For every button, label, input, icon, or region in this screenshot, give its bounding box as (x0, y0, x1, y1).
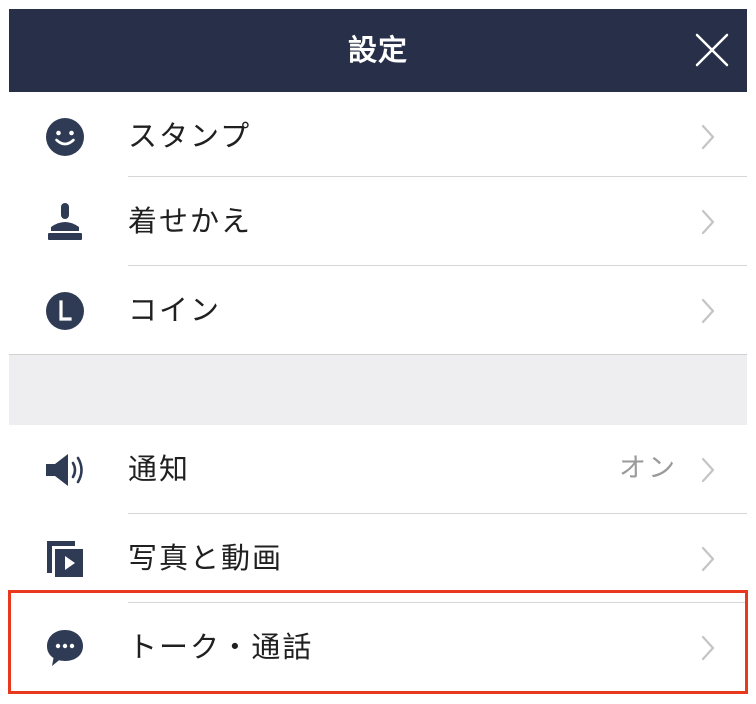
menu-item-themes[interactable]: 着せかえ (9, 177, 747, 265)
coin-l-icon (44, 290, 86, 332)
speaker-icon (44, 449, 86, 491)
menu-item-coins[interactable]: コイン (9, 266, 747, 354)
chevron-right-icon (701, 124, 715, 150)
menu-item-label: 通知 (128, 452, 191, 486)
menu-item-notifications[interactable]: 通知 オン (9, 425, 747, 513)
menu-item-stickers[interactable]: スタンプ (9, 92, 747, 180)
close-icon (695, 33, 729, 67)
chevron-right-icon (701, 546, 715, 572)
menu-item-label: 写真と動画 (128, 541, 284, 575)
page-title: 設定 (347, 33, 408, 67)
photo-video-icon (44, 538, 86, 580)
chevron-right-icon (701, 457, 715, 483)
chevron-right-icon (701, 298, 715, 324)
close-button[interactable] (691, 29, 733, 71)
menu-item-label: 着せかえ (128, 204, 253, 238)
notification-status: オン (619, 453, 677, 484)
section-separator (9, 354, 747, 426)
chat-bubble-icon (44, 627, 86, 669)
menu-item-label: トーク・通話 (128, 630, 314, 664)
menu-item-label: スタンプ (128, 119, 252, 153)
chevron-right-icon (701, 635, 715, 661)
brush-icon (44, 201, 86, 243)
header-bar: 設定 (9, 9, 747, 92)
smiley-icon (44, 116, 86, 158)
settings-screen: 設定 スタンプ 着せかえ コイン 通知 オン 写真と動画 トーク・通話 (8, 9, 748, 704)
menu-item-label: コイン (128, 293, 222, 327)
chevron-right-icon (701, 209, 715, 235)
menu-item-chats-calls[interactable]: トーク・通話 (9, 603, 747, 691)
menu-item-photos-videos[interactable]: 写真と動画 (9, 514, 747, 602)
